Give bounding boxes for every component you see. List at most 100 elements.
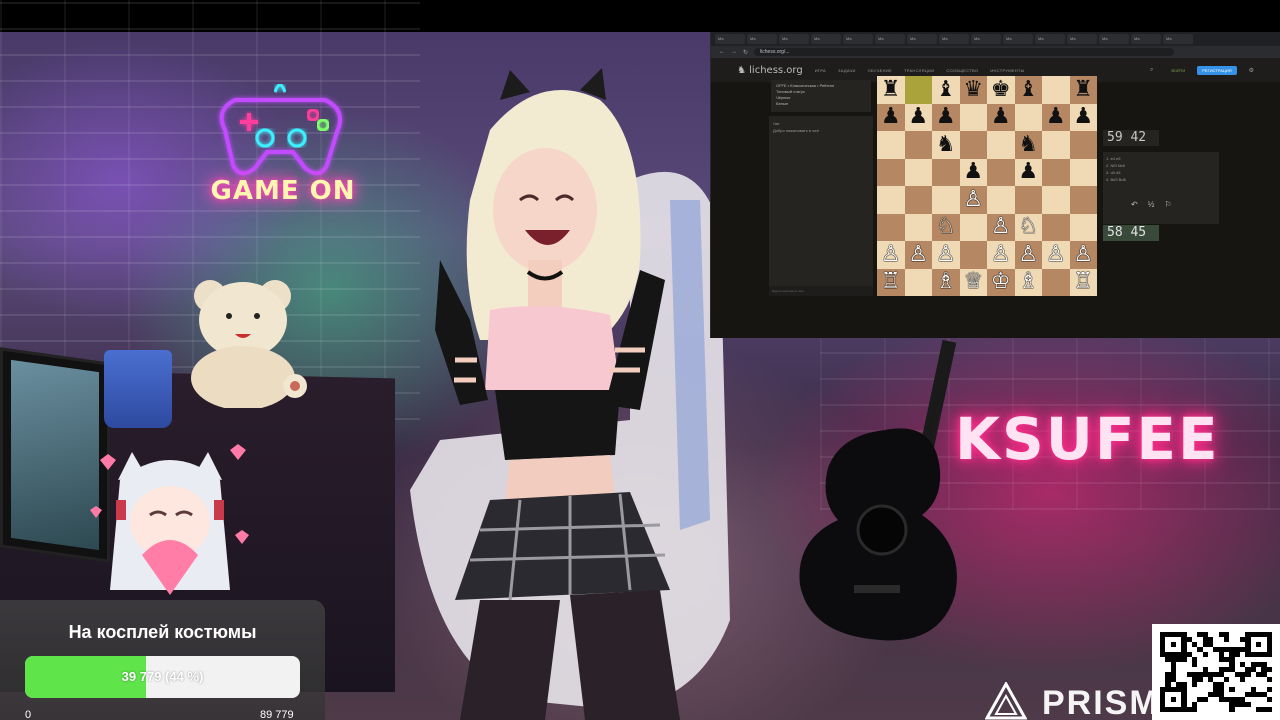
browser-tab[interactable]: Ма — [1035, 34, 1065, 44]
board-square[interactable] — [932, 158, 960, 186]
black-pawn-icon[interactable]: ♟ — [1046, 106, 1066, 128]
black-bishop-icon[interactable]: ♝ — [936, 78, 956, 101]
black-pawn-icon[interactable]: ♟ — [881, 106, 901, 128]
board-square[interactable] — [1042, 186, 1070, 214]
resign-flag-icon[interactable]: ⚐ — [1164, 200, 1171, 209]
move-row[interactable]: 1. e4 e5 — [1106, 155, 1216, 162]
white-pawn-icon[interactable]: ♙ — [1046, 243, 1066, 266]
qr-code[interactable] — [1152, 624, 1280, 720]
board-square[interactable]: ♙ — [932, 241, 960, 269]
browser-tab[interactable]: Ма — [907, 34, 937, 44]
board-square[interactable]: ♟ — [1042, 103, 1070, 131]
board-square[interactable]: ♟ — [904, 103, 932, 131]
browser-tab[interactable]: Ма — [971, 34, 1001, 44]
browser-tab[interactable]: Ма — [1003, 34, 1033, 44]
browser-tab[interactable]: Ма — [939, 34, 969, 44]
board-square[interactable] — [1014, 103, 1042, 131]
black-knight-icon[interactable]: ♞ — [1018, 133, 1038, 156]
white-pawn-icon[interactable]: ♙ — [908, 243, 928, 266]
board-square[interactable] — [877, 213, 905, 241]
black-pawn-icon[interactable]: ♟ — [991, 106, 1011, 128]
board-square[interactable] — [904, 268, 932, 296]
white-queen-icon[interactable]: ♕ — [963, 271, 983, 293]
browser-tab[interactable]: Ма — [1131, 34, 1161, 44]
black-bishop-icon[interactable]: ♝ — [1018, 78, 1038, 101]
white-pawn-icon[interactable]: ♙ — [1073, 243, 1093, 266]
white-rook-icon[interactable]: ♖ — [1073, 271, 1093, 293]
reload-icon[interactable]: ↻ — [743, 49, 748, 56]
register-button[interactable]: РЕГИСТРАЦИЯ — [1197, 65, 1237, 75]
board-square[interactable] — [904, 213, 932, 241]
board-square[interactable] — [904, 186, 932, 214]
board-square[interactable]: ♙ — [959, 186, 987, 214]
board-square[interactable] — [1069, 131, 1097, 159]
board-square[interactable]: ♙ — [1042, 241, 1070, 269]
signin-link[interactable]: ВОЙТИ — [1171, 68, 1185, 73]
board-square[interactable]: ♟ — [987, 103, 1015, 131]
board-square[interactable]: ♝ — [932, 76, 960, 104]
white-knight-icon[interactable]: ♘ — [936, 216, 956, 238]
black-rook-icon[interactable]: ♜ — [1073, 78, 1093, 101]
board-square[interactable] — [1069, 158, 1097, 186]
board-square[interactable]: ♜ — [877, 76, 905, 104]
browser-tab[interactable]: Ма — [779, 34, 809, 44]
board-square[interactable]: ♟ — [1014, 158, 1042, 186]
white-pawn-icon[interactable]: ♙ — [881, 243, 901, 266]
white-pawn-icon[interactable]: ♙ — [991, 216, 1011, 238]
chess-board[interactable]: ♜ ♝ ♛ ♚ ♝ ♜ ♟ ♟ ♟ ♟ ♟ ♟ ♞ ♞ ♟ ♟ ♙ ♘ ♙ ♘ ♙ ♙ ♙ ♙ ♙ ♙ ♙ ♖ ♗ ♕ ♔ ♗ ♖ — [877, 76, 1097, 296]
board-square[interactable]: ♛ — [959, 76, 987, 104]
board-square[interactable]: ♟ — [877, 103, 905, 131]
board-square[interactable]: ♟ — [932, 103, 960, 131]
board-square[interactable] — [959, 131, 987, 159]
board-square[interactable]: ♟ — [1069, 103, 1097, 131]
nav-learn[interactable]: ОБУЧЕНИЕ — [868, 68, 892, 73]
black-pawn-icon[interactable]: ♟ — [1073, 106, 1093, 128]
search-icon[interactable]: ⌕ — [1150, 67, 1153, 74]
white-king-icon[interactable]: ♔ — [991, 271, 1011, 293]
board-square[interactable] — [987, 131, 1015, 159]
board-square[interactable] — [877, 158, 905, 186]
address-bar[interactable]: lichess.org/... — [754, 48, 1175, 56]
board-square[interactable]: ♘ — [1014, 213, 1042, 241]
black-pawn-icon[interactable]: ♟ — [936, 106, 956, 128]
board-square[interactable] — [1069, 186, 1097, 214]
black-knight-icon[interactable]: ♞ — [936, 133, 956, 156]
black-rook-icon[interactable]: ♜ — [881, 78, 901, 101]
board-square[interactable] — [1042, 131, 1070, 159]
board-square[interactable]: ♗ — [932, 268, 960, 296]
board-square[interactable]: ♖ — [877, 268, 905, 296]
undo-icon[interactable]: ↶ — [1131, 200, 1138, 209]
white-pawn-icon[interactable]: ♙ — [991, 243, 1011, 266]
black-pawn-icon[interactable]: ♟ — [963, 161, 983, 183]
black-pawn-icon[interactable]: ♟ — [1018, 161, 1038, 183]
browser-tab[interactable]: Ма — [811, 34, 841, 44]
black-queen-icon[interactable]: ♛ — [963, 78, 983, 101]
settings-icon[interactable]: ⚙ — [1249, 67, 1254, 74]
board-square[interactable] — [904, 76, 932, 104]
nav-puzzles[interactable]: ЗАДАЧИ — [838, 68, 856, 73]
nav-community[interactable]: СООБЩЕСТВО — [946, 68, 978, 73]
browser-tab[interactable]: Ма — [1067, 34, 1097, 44]
move-row[interactable]: 2. Nf3 Nc6 — [1106, 162, 1216, 169]
board-square[interactable]: ♝ — [1014, 76, 1042, 104]
board-square[interactable] — [877, 186, 905, 214]
board-square[interactable]: ♔ — [987, 268, 1015, 296]
board-square[interactable]: ♜ — [1069, 76, 1097, 104]
board-square[interactable]: ♟ — [959, 158, 987, 186]
browser-tab[interactable]: Ма — [875, 34, 905, 44]
browser-tab[interactable]: Ма — [715, 34, 745, 44]
board-square[interactable] — [959, 103, 987, 131]
browser-tab[interactable]: Ма — [747, 34, 777, 44]
white-rook-icon[interactable]: ♖ — [881, 271, 901, 293]
board-square[interactable]: ♙ — [1014, 241, 1042, 269]
board-square[interactable]: ♙ — [987, 213, 1015, 241]
browser-tab[interactable]: Ма — [1099, 34, 1129, 44]
board-square[interactable] — [1042, 268, 1070, 296]
board-square[interactable]: ♙ — [1069, 241, 1097, 269]
board-square[interactable] — [1042, 158, 1070, 186]
nav-play[interactable]: ИГРА — [815, 68, 826, 73]
board-square[interactable] — [959, 241, 987, 269]
board-square[interactable] — [1069, 213, 1097, 241]
board-square[interactable] — [877, 131, 905, 159]
board-square[interactable]: ♞ — [1014, 131, 1042, 159]
